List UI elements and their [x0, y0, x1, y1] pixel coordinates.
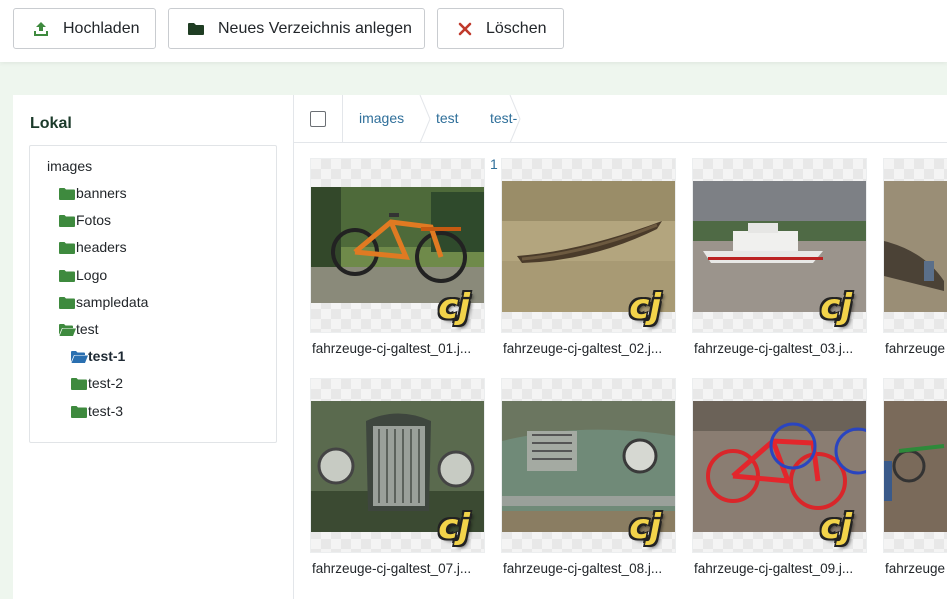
tree-item-label: Logo [76, 267, 108, 283]
folder-open-icon [59, 323, 76, 336]
watermark: cj [629, 507, 661, 547]
delete-button[interactable]: Löschen [437, 8, 564, 49]
select-all-checkbox[interactable] [310, 111, 326, 127]
folder-open-icon [71, 350, 88, 363]
breadcrumb-item-test-1[interactable]: test-1 [490, 95, 517, 172]
upload-button[interactable]: Hochladen [13, 8, 156, 49]
upload-button-label: Hochladen [63, 19, 140, 37]
tree-item-sampledata[interactable]: sampledata [59, 293, 148, 311]
folder-icon [59, 187, 75, 200]
tree-item-label: test-1 [88, 348, 126, 364]
tree-item-test-2[interactable]: test-2 [71, 374, 123, 392]
tree-item-label: Fotos [76, 212, 112, 228]
file-card[interactable]: cj fahrzeuge-cj-galtest_09.j... [692, 378, 867, 578]
folder-icon [59, 241, 75, 254]
watermark: cj [820, 507, 852, 547]
file-grid: cj fahrzeuge-cj-galtest_01.j... cj fahrz… [294, 143, 947, 599]
file-name: fahrzeuge [885, 341, 946, 356]
tree-root-label: images [47, 158, 93, 174]
folder-icon [59, 269, 75, 282]
folder-icon [59, 214, 75, 227]
file-thumbnail: cj [310, 158, 485, 333]
file-name: fahrzeuge-cj-galtest_07.j... [312, 561, 472, 576]
delete-button-label: Löschen [486, 19, 547, 37]
file-card[interactable]: fahrzeuge [883, 378, 947, 578]
sidebar: Lokal images banners Fotos headers Logo samp… [13, 95, 294, 599]
tree-item-label: headers [76, 239, 127, 255]
tree-item-headers[interactable]: headers [59, 238, 127, 256]
new-folder-button-label: Neues Verzeichnis anlegen [218, 19, 412, 37]
file-card[interactable]: fahrzeuge [883, 158, 947, 358]
file-thumbnail: cj [501, 158, 676, 333]
tree-item-banners[interactable]: banners [59, 184, 127, 202]
tree-item-test-1[interactable]: test-1 [71, 347, 125, 365]
tree-item-label: test-3 [88, 403, 124, 419]
folder-icon [71, 405, 87, 418]
folder-icon [186, 19, 206, 39]
file-card[interactable]: cj fahrzeuge-cj-galtest_08.j... [501, 378, 676, 578]
file-card[interactable]: cj fahrzeuge-cj-galtest_07.j... [310, 378, 485, 578]
tree-item-label: banners [76, 185, 127, 201]
tree-item-fotos[interactable]: Fotos [59, 211, 111, 229]
tree-item-test[interactable]: test [59, 320, 99, 338]
tree-item-label: sampledata [76, 294, 149, 310]
file-card[interactable]: cj fahrzeuge-cj-galtest_03.j... [692, 158, 867, 358]
tree-item-test-3[interactable]: test-3 [71, 402, 123, 420]
breadcrumb-item-test[interactable]: test [436, 95, 459, 143]
watermark: cj [438, 507, 470, 547]
breadcrumb-item-images[interactable]: images [359, 95, 404, 143]
file-thumbnail: cj [692, 158, 867, 333]
file-thumbnail [883, 158, 947, 333]
x-icon [455, 19, 475, 39]
file-thumbnail: cj [310, 378, 485, 553]
image-green-bicycle-partial [884, 401, 947, 532]
main-panel: images test test-1 cj fahrzeuge-cj-galte… [294, 95, 947, 599]
watermark: cj [820, 287, 852, 327]
tree-item-label: test-2 [88, 375, 124, 391]
file-name: fahrzeuge-cj-galtest_02.j... [503, 341, 663, 356]
file-thumbnail: cj [501, 378, 676, 553]
new-folder-button[interactable]: Neues Verzeichnis anlegen [168, 8, 425, 49]
file-card[interactable]: cj fahrzeuge-cj-galtest_01.j... [310, 158, 485, 358]
image-bicycle [311, 187, 484, 303]
file-name: fahrzeuge-cj-galtest_08.j... [503, 561, 663, 576]
tree-root-images[interactable]: images [47, 157, 92, 175]
file-thumbnail [883, 378, 947, 553]
image-boat-partial [884, 181, 947, 312]
file-name: fahrzeuge [885, 561, 946, 576]
file-card[interactable]: cj fahrzeuge-cj-galtest_02.j... [501, 158, 676, 358]
file-thumbnail: cj [692, 378, 867, 553]
folder-icon [71, 377, 87, 390]
file-name: fahrzeuge-cj-galtest_03.j... [694, 341, 854, 356]
file-name: fahrzeuge-cj-galtest_01.j... [312, 341, 472, 356]
sidebar-title: Lokal [30, 115, 72, 132]
upload-icon [31, 19, 51, 39]
watermark: cj [629, 287, 661, 327]
watermark: cj [438, 287, 470, 327]
breadcrumb-bar: images test test-1 [294, 95, 947, 172]
folder-icon [59, 296, 75, 309]
toolbar: Hochladen Neues Verzeichnis anlegen Lösc… [0, 0, 947, 62]
folder-tree: images banners Fotos headers Logo sampledata… [29, 145, 277, 443]
file-name: fahrzeuge-cj-galtest_09.j... [694, 561, 854, 576]
tree-item-label: test [76, 321, 99, 337]
tree-item-logo[interactable]: Logo [59, 266, 107, 284]
